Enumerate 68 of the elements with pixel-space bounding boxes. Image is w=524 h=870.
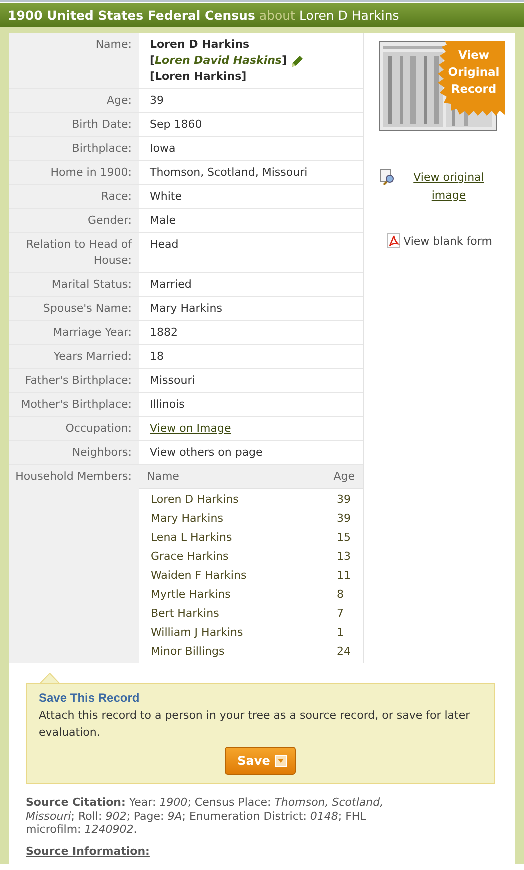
field-value: Missouri bbox=[150, 374, 196, 387]
member-age: 39 bbox=[337, 492, 352, 508]
field-label: Home in 1900: bbox=[50, 165, 132, 181]
column-header: Age bbox=[334, 469, 355, 485]
field-label: Birth Date: bbox=[72, 117, 132, 133]
column-header: Name bbox=[147, 469, 180, 485]
member-age: 24 bbox=[337, 644, 352, 660]
member-age: 13 bbox=[337, 549, 352, 565]
member-age: 39 bbox=[337, 511, 352, 527]
field-label: Gender: bbox=[88, 213, 132, 229]
field-value: Sep 1860 bbox=[150, 118, 202, 131]
panel-title: Save This Record bbox=[39, 690, 141, 707]
about-label: about bbox=[259, 8, 296, 22]
source-citation: Source Citation: Year: 1900; Census Place: Thomson, Scotland, Missouri; Roll: 902; Page: 9A; Enumeration District: 0148; FHL microfilm: 1240902. bbox=[26, 796, 385, 836]
pencil-icon[interactable] bbox=[291, 54, 304, 68]
member-name[interactable]: Bert Harkins bbox=[151, 606, 220, 622]
panel-description: Attach this record to a person in your tree as a source record, or save for later evaluation. bbox=[39, 708, 472, 741]
field-value: View others on page bbox=[150, 446, 263, 459]
name-value[interactable]: [Loren David Haskins] bbox=[150, 53, 288, 69]
field-label: Mother's Birthplace: bbox=[21, 397, 132, 413]
field-label: Marital Status: bbox=[52, 277, 132, 293]
field-value: Married bbox=[150, 278, 192, 291]
field-label: Occupation: bbox=[66, 421, 132, 437]
field-value: Male bbox=[150, 214, 176, 227]
member-name[interactable]: Waiden F Harkins bbox=[151, 568, 247, 584]
field-value: 39 bbox=[150, 94, 164, 107]
field-label: Age: bbox=[107, 93, 132, 109]
member-name[interactable]: Minor Billings bbox=[151, 644, 225, 660]
member-age: 7 bbox=[337, 606, 345, 622]
member-age: 11 bbox=[337, 568, 352, 584]
member-name[interactable]: Lena L Harkins bbox=[151, 530, 232, 546]
member-name[interactable]: Grace Harkins bbox=[151, 549, 229, 565]
person-name: Loren D Harkins bbox=[299, 8, 400, 22]
field-value: White bbox=[150, 190, 182, 203]
field-label: Spouse's Name: bbox=[43, 301, 132, 317]
member-name[interactable]: Mary Harkins bbox=[151, 511, 224, 527]
field-value: 1882 bbox=[150, 326, 178, 339]
field-value: Head bbox=[150, 238, 179, 251]
member-name[interactable]: Loren D Harkins bbox=[151, 492, 239, 508]
field-label: Race: bbox=[101, 189, 132, 205]
member-age: 15 bbox=[337, 530, 352, 546]
document-magnifier-icon bbox=[380, 169, 396, 185]
field-label: Relation to Head of House: bbox=[25, 237, 132, 269]
member-age: 8 bbox=[337, 587, 345, 603]
source-information-heading: Source Information: bbox=[26, 844, 151, 858]
name-value: Loren D Harkins bbox=[150, 37, 250, 53]
field-label: Father's Birthplace: bbox=[25, 373, 132, 389]
occupation-link[interactable]: View on Image bbox=[150, 422, 232, 435]
field-label: Birthplace: bbox=[72, 141, 132, 157]
field-value: 18 bbox=[150, 350, 164, 363]
field-label: Neighbors: bbox=[72, 445, 132, 461]
field-value: Mary Harkins bbox=[150, 302, 222, 315]
name-value: [Loren Harkins] bbox=[150, 69, 247, 85]
member-name[interactable]: Myrtle Harkins bbox=[151, 587, 231, 603]
view-blank-form-link[interactable]: View blank form bbox=[404, 233, 492, 251]
caret-icon bbox=[275, 755, 288, 767]
field-label: Marriage Year: bbox=[53, 325, 132, 341]
field-value: Illinois bbox=[150, 398, 185, 411]
field-label: Years Married: bbox=[54, 349, 132, 365]
field-label: Household Members: bbox=[16, 469, 132, 485]
field-label: Name: bbox=[96, 37, 132, 53]
field-value: Iowa bbox=[150, 142, 176, 155]
record-title: 1900 United States Federal Census bbox=[8, 8, 256, 22]
member-age: 1 bbox=[337, 625, 345, 641]
field-value: Thomson, Scotland, Missouri bbox=[150, 166, 308, 179]
pdf-icon bbox=[386, 233, 401, 249]
member-name[interactable]: William J Harkins bbox=[151, 625, 244, 641]
view-original-image-link[interactable]: View original image bbox=[399, 169, 499, 205]
